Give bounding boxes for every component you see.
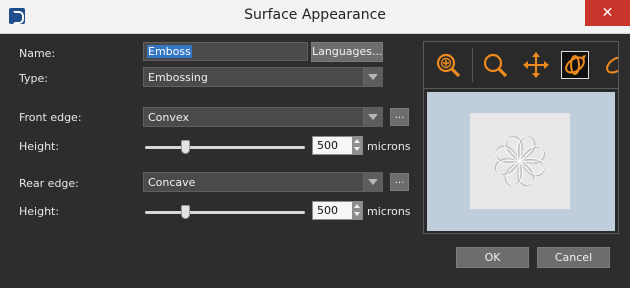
front-edge-label: Front edge: [19,111,82,124]
rear-edge-dropdown[interactable]: Concave [143,172,383,192]
front-edge-more-button[interactable]: ... [390,108,409,126]
window-title: Surface Appearance [244,7,386,23]
rear-edge-dropdown-value: Concave [148,176,196,189]
zoom-icon[interactable] [481,51,509,79]
chevron-down-icon [363,173,382,191]
slider-thumb[interactable] [181,205,190,219]
rear-edge-label: Rear edge: [19,177,79,190]
preview-viewport[interactable] [427,92,615,231]
front-edge-dropdown-value: Convex [148,111,189,124]
rear-height-label: Height: [19,205,60,218]
rear-height-value: 500 [317,204,338,217]
chevron-down-icon [363,68,382,86]
rotate-partial-icon[interactable] [602,51,618,79]
emboss-preview-image [470,113,570,209]
surface-appearance-dialog: Surface Appearance ✕ Name: Emboss Langua… [0,0,630,288]
preview-panel [423,41,619,234]
name-input[interactable]: Emboss [143,42,308,61]
rear-edge-more-button[interactable]: ... [390,173,409,191]
toolbar-separator [472,48,473,82]
cancel-button[interactable]: Cancel [537,247,610,268]
zoom-region-icon[interactable] [434,51,462,79]
type-label: Type: [19,72,48,85]
slider-track [145,211,305,214]
front-height-value: 500 [317,139,338,152]
slider-track [145,146,305,149]
rear-height-unit: microns [367,205,411,218]
rear-height-slider[interactable] [145,205,305,219]
rotate-icon[interactable] [561,51,589,79]
front-height-unit: microns [367,140,411,153]
name-input-value: Emboss [147,45,192,58]
front-edge-dropdown[interactable]: Convex [143,107,383,127]
chevron-down-icon [363,108,382,126]
rear-height-spinbox[interactable]: 500 [312,201,363,220]
title-bar: Surface Appearance ✕ [0,0,630,34]
type-dropdown[interactable]: Embossing [143,67,383,87]
slider-thumb[interactable] [181,140,190,154]
close-button[interactable]: ✕ [585,0,630,26]
front-height-slider[interactable] [145,140,305,154]
front-height-label: Height: [19,140,60,153]
front-height-spinbox[interactable]: 500 [312,136,363,155]
spin-down-icon[interactable] [352,210,362,219]
type-dropdown-value: Embossing [148,71,208,84]
ok-button[interactable]: OK [456,247,529,268]
languages-button[interactable]: Languages... [311,42,383,62]
pan-icon[interactable] [522,51,550,79]
spin-down-icon[interactable] [352,145,362,154]
preview-toolbar [424,42,618,89]
name-label: Name: [19,47,56,60]
